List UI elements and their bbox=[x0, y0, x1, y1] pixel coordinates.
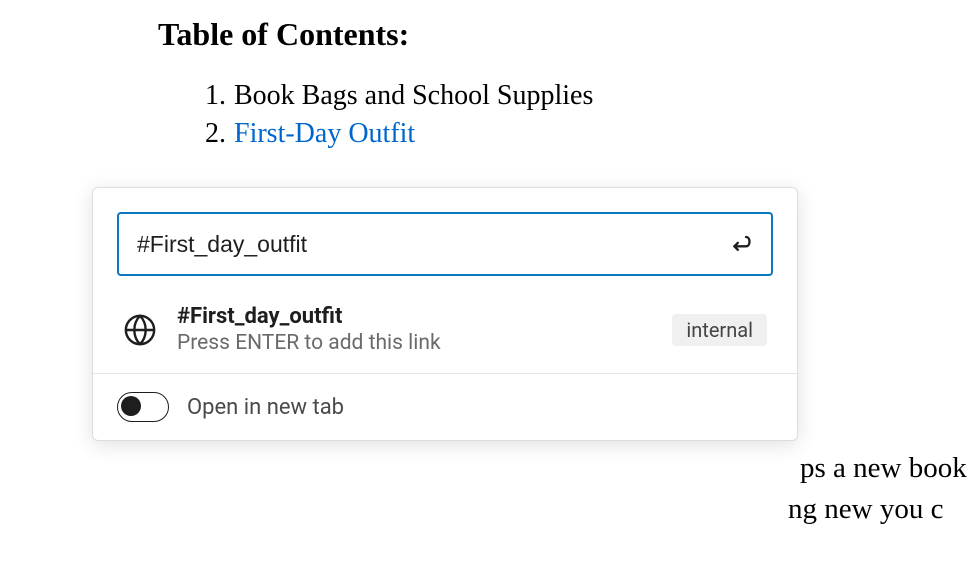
link-input-box[interactable] bbox=[117, 212, 773, 276]
link-suggestion-row[interactable]: #First_day_outfit Press ENTER to add thi… bbox=[93, 290, 797, 373]
globe-icon bbox=[123, 313, 157, 347]
toc-item-label: Book Bags and School Supplies bbox=[234, 77, 593, 115]
new-tab-toggle[interactable] bbox=[117, 392, 169, 422]
link-popover: #First_day_outfit Press ENTER to add thi… bbox=[92, 187, 798, 441]
link-input-container bbox=[93, 188, 797, 290]
toggle-knob bbox=[121, 396, 141, 416]
toc-item-number: 1. bbox=[200, 77, 226, 115]
toc-item-number: 2. bbox=[200, 115, 226, 154]
toc-item: 2. First-Day Outfit bbox=[200, 115, 976, 154]
submit-icon[interactable] bbox=[725, 230, 753, 258]
link-type-badge: internal bbox=[672, 314, 767, 346]
suggestion-text: #First_day_outfit Press ENTER to add thi… bbox=[177, 304, 652, 355]
toc-item: 1. Book Bags and School Supplies bbox=[200, 77, 976, 115]
body-text-line: ng new you c bbox=[788, 489, 976, 530]
suggestion-title: #First_day_outfit bbox=[177, 304, 652, 329]
body-text-fragment: ps a new book ng new you c bbox=[800, 448, 976, 529]
popover-footer: Open in new tab bbox=[93, 373, 797, 440]
toc-item-link[interactable]: First-Day Outfit bbox=[234, 115, 415, 154]
link-url-input[interactable] bbox=[137, 231, 713, 258]
suggestion-hint: Press ENTER to add this link bbox=[177, 331, 652, 355]
toc-list: 1. Book Bags and School Supplies 2. Firs… bbox=[158, 77, 976, 154]
body-text-line: ps a new book bbox=[800, 448, 976, 489]
document-content: Table of Contents: 1. Book Bags and Scho… bbox=[0, 16, 976, 154]
new-tab-toggle-label: Open in new tab bbox=[187, 395, 344, 420]
toc-heading: Table of Contents: bbox=[158, 16, 976, 53]
